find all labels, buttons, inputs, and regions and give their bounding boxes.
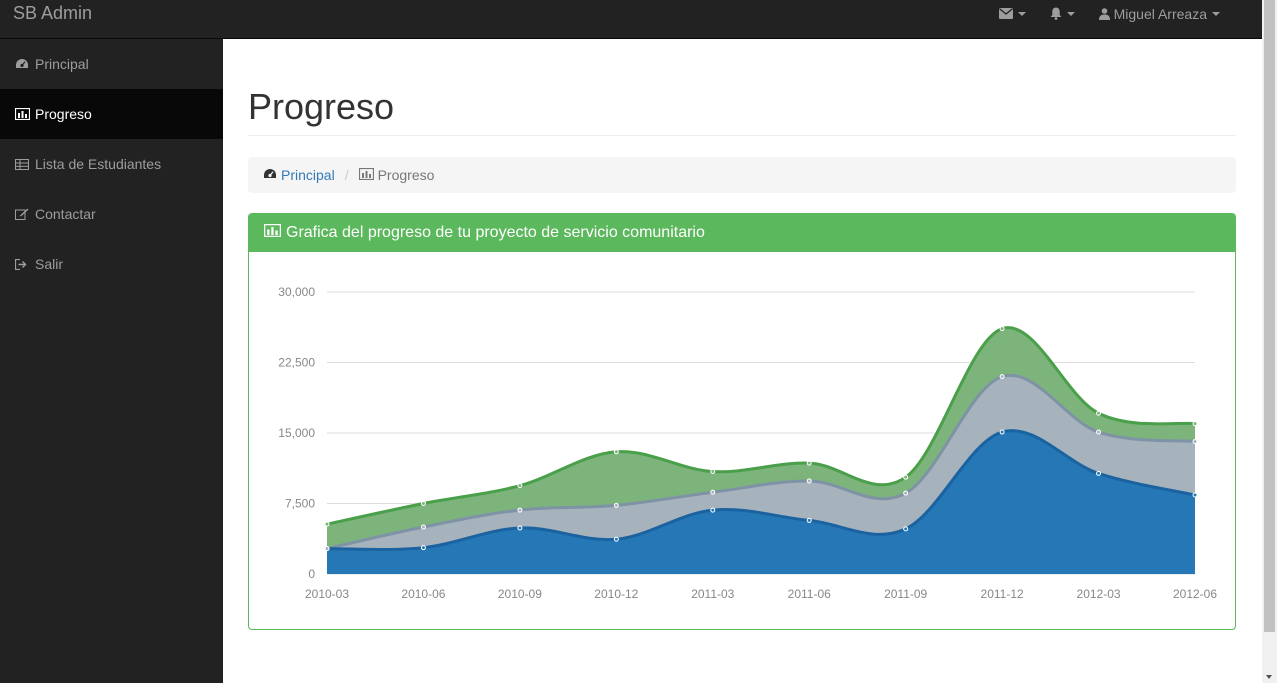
- sidebar: Principal Progreso Lista de Estudiantes …: [0, 39, 223, 683]
- data-point: [1096, 429, 1102, 435]
- data-point: [1096, 410, 1102, 416]
- data-point: [420, 524, 426, 530]
- sidebar-item-principal[interactable]: Principal: [0, 39, 223, 89]
- y-tick-label: 0: [308, 567, 315, 581]
- vertical-scrollbar[interactable]: [1262, 0, 1277, 683]
- breadcrumb: Principal / Progreso: [248, 157, 1236, 193]
- top-nav: Miguel Arreaza: [987, 0, 1232, 27]
- page-wrapper: Progreso Principal / Progreso Grafica de…: [223, 39, 1262, 683]
- data-point: [710, 507, 716, 513]
- y-tick-label: 22,500: [278, 356, 315, 370]
- y-tick-label: 30,000: [278, 285, 315, 299]
- x-tick-label: 2012-06: [1173, 587, 1217, 601]
- x-tick-label: 2012-03: [1077, 587, 1121, 601]
- data-point: [806, 478, 812, 484]
- x-tick-label: 2010-09: [498, 587, 542, 601]
- data-point: [999, 429, 1005, 435]
- data-point: [1192, 492, 1198, 498]
- chevron-down-icon: [1066, 11, 1075, 16]
- bell-icon: [1050, 7, 1062, 20]
- data-point: [517, 483, 523, 489]
- sidebar-item-contactar[interactable]: Contactar: [0, 189, 223, 239]
- data-point: [613, 502, 619, 508]
- chart-panel: Grafica del progreso de tu proyecto de s…: [248, 213, 1236, 630]
- data-point: [324, 546, 330, 552]
- user-name: Miguel Arreaza: [1113, 5, 1207, 22]
- breadcrumb-home[interactable]: Principal: [263, 167, 335, 183]
- chevron-down-icon: [1212, 11, 1220, 16]
- data-point: [806, 517, 812, 523]
- sidebar-item-label: Progreso: [35, 106, 92, 122]
- x-tick-label: 2010-12: [594, 587, 638, 601]
- scrollbar-thumb[interactable]: [1264, 0, 1275, 632]
- sidebar-item-lista-estudiantes[interactable]: Lista de Estudiantes: [0, 139, 223, 189]
- y-tick-label: 15,000: [278, 426, 315, 440]
- chevron-down-icon: [1017, 11, 1026, 16]
- data-point: [517, 507, 523, 513]
- data-point: [613, 449, 619, 455]
- data-point: [1096, 470, 1102, 476]
- data-point: [613, 536, 619, 542]
- data-point: [710, 469, 716, 475]
- data-point: [999, 326, 1005, 332]
- x-tick-label: 2011-06: [788, 587, 831, 601]
- envelope-icon: [998, 8, 1013, 19]
- user-icon: [1098, 7, 1110, 20]
- sidebar-item-label: Salir: [35, 256, 64, 272]
- data-point: [806, 460, 812, 466]
- sidebar-item-label: Contactar: [35, 206, 96, 222]
- data-point: [710, 489, 716, 495]
- sidebar-item-progreso[interactable]: Progreso: [0, 89, 223, 139]
- chart-svg: 0 7,500 15,000 22,500 30,000 2010-03 2010-06 20…: [278, 285, 1217, 601]
- x-tick-label: 2011-09: [884, 587, 927, 601]
- breadcrumb-current: Progreso: [358, 167, 435, 183]
- data-point: [420, 545, 426, 551]
- x-tick-label: 2011-12: [981, 587, 1024, 601]
- messages-dropdown[interactable]: [987, 0, 1038, 27]
- x-tick-label: 2011-03: [691, 587, 734, 601]
- x-tick-label: 2010-06: [401, 587, 445, 601]
- y-tick-label: 7,500: [285, 497, 315, 511]
- data-point: [999, 374, 1005, 380]
- alerts-dropdown[interactable]: [1038, 0, 1087, 27]
- data-point: [420, 501, 426, 506]
- bar-chart-icon: [15, 108, 31, 120]
- data-point: [324, 521, 330, 527]
- data-point: [1192, 421, 1198, 427]
- scroll-down-arrow-icon[interactable]: [1266, 675, 1272, 679]
- sidebar-item-label: Principal: [35, 56, 89, 72]
- data-point: [1192, 438, 1198, 444]
- dashboard-icon: [15, 58, 31, 70]
- data-point: [517, 525, 523, 531]
- data-point: [903, 490, 909, 496]
- table-icon: [15, 158, 31, 170]
- user-dropdown[interactable]: Miguel Arreaza: [1087, 0, 1232, 27]
- breadcrumb-separator: /: [344, 167, 349, 183]
- breadcrumb-current-label: Progreso: [377, 167, 435, 183]
- page-title: Progreso: [248, 86, 395, 127]
- data-point: [903, 526, 909, 532]
- page-header: Progreso: [248, 87, 1236, 136]
- data-point: [903, 474, 909, 480]
- sidebar-item-salir[interactable]: Salir: [0, 239, 223, 289]
- dashboard-icon: [263, 167, 281, 183]
- area-chart: 0 7,500 15,000 22,500 30,000 2010-03 2010-06 20…: [249, 252, 1235, 629]
- x-tick-label: 2010-03: [305, 587, 349, 601]
- sidebar-item-label: Lista de Estudiantes: [35, 156, 162, 172]
- top-navbar: SB Admin Miguel Arreaza: [0, 0, 1262, 39]
- panel-heading: Grafica del progreso de tu proyecto de s…: [249, 214, 1235, 252]
- sign-out-icon: [15, 258, 31, 270]
- bar-chart-icon: [263, 223, 286, 242]
- panel-title: Grafica del progreso de tu proyecto de s…: [286, 224, 705, 241]
- edit-icon: [15, 208, 31, 220]
- breadcrumb-home-label: Principal: [281, 167, 335, 183]
- bar-chart-icon: [358, 167, 378, 183]
- brand-logo[interactable]: SB Admin: [13, 3, 92, 23]
